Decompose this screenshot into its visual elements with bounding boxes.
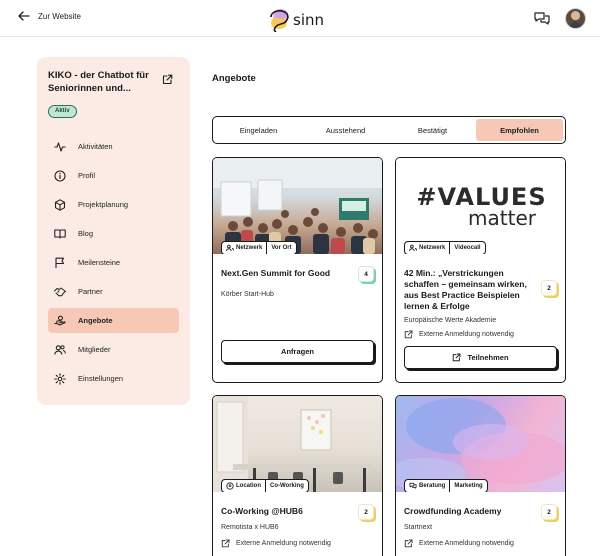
card-chips: Location Co-Working <box>221 479 309 492</box>
back-label: Zur Website <box>38 11 81 21</box>
note-label: Externe Anmeldung notwendig <box>236 540 331 547</box>
tab-ausstehend[interactable]: Ausstehend <box>302 119 389 141</box>
sidebar-item-angebote[interactable]: Angebote <box>48 308 179 333</box>
card-organizer: Europäische Werte Akademie <box>404 317 497 324</box>
sidebar-item-partner[interactable]: Partner <box>48 279 179 304</box>
project-sidebar: KIKO - der Chatbot für Seniorinnen und..… <box>37 57 190 405</box>
card-title: 42 Min.: „Verstrickungen schaffen – geme… <box>404 268 527 311</box>
arrow-left-icon <box>18 11 30 21</box>
sidebar-item-profil[interactable]: Profil <box>48 163 179 188</box>
info-icon <box>54 169 66 182</box>
handshake-icon <box>54 287 66 296</box>
chip-label: Marketing <box>454 482 483 489</box>
participate-button[interactable]: Teilnehmen <box>404 346 557 369</box>
card-organizer: Körber Start-Hub <box>221 291 274 298</box>
external-link-icon[interactable] <box>162 74 173 85</box>
chat-bubbles-icon <box>409 482 417 489</box>
sidebar-item-label: Profil <box>78 171 96 180</box>
image-text-matter: matter <box>468 206 537 230</box>
offer-card[interactable]: Location Co-Working Co-Working @HUB6 2 R… <box>212 395 383 556</box>
status-badge: Aktiv <box>48 105 77 118</box>
offer-card[interactable]: #VALUES matter Netzwerk Videocall 42 Min… <box>395 157 566 383</box>
sidebar-item-mitglieder[interactable]: Mitglieder <box>48 337 179 362</box>
card-title: Crowdfunding Academy <box>404 506 502 516</box>
chip-label: Netzwerk <box>419 244 446 251</box>
sidebar-item-label: Aktivitäten <box>78 142 113 151</box>
sidebar-item-einstellungen[interactable]: Einstellungen <box>48 366 179 391</box>
users-icon <box>54 344 66 355</box>
tab-eingeladen[interactable]: Eingeladen <box>215 119 302 141</box>
card-image: Netzwerk Vor Ort <box>213 158 382 254</box>
match-score: 2 <box>358 504 374 520</box>
sidebar-item-label: Partner <box>78 287 103 296</box>
chip-label: Videocall <box>454 244 481 251</box>
external-link-icon <box>404 539 413 548</box>
card-organizer: Startnext <box>404 524 433 531</box>
button-label: Anfragen <box>281 347 314 356</box>
sidebar-item-label: Mitglieder <box>78 345 111 354</box>
flag-icon <box>55 257 65 268</box>
chip-label: Location <box>236 482 261 489</box>
external-link-icon <box>404 330 413 339</box>
match-score: 2 <box>541 504 557 520</box>
project-title: KIKO - der Chatbot für Seniorinnen und..… <box>48 70 149 94</box>
external-link-icon <box>221 539 230 548</box>
chip-label: Co-Working <box>270 482 304 489</box>
offer-card[interactable]: Beratung Marketing Crowdfunding Academy … <box>395 395 566 556</box>
offer-card[interactable]: Netzwerk Vor Ort Next.Gen Summit for Goo… <box>212 157 383 383</box>
logo-text: sinn <box>293 11 324 29</box>
cube-icon <box>54 198 66 211</box>
card-image: Location Co-Working <box>213 396 382 492</box>
top-header: Zur Website sinn <box>0 0 600 37</box>
request-button[interactable]: Anfragen <box>221 340 374 363</box>
user-avatar[interactable] <box>565 8 586 29</box>
page-title: Angebote <box>212 73 256 84</box>
location-pin-icon <box>226 482 234 490</box>
book-icon <box>54 228 66 239</box>
external-registration-note: Externe Anmeldung notwendig <box>221 539 374 548</box>
sidebar-nav: Aktivitäten Profil Projektplanung Blog M… <box>48 134 179 395</box>
chat-bubbles-icon[interactable] <box>533 10 551 28</box>
card-organizer: Remotista x HUB6 <box>221 524 279 531</box>
card-title: Next.Gen Summit for Good <box>221 268 331 278</box>
card-image: #VALUES matter Netzwerk Videocall <box>396 158 565 254</box>
back-to-website-link[interactable]: Zur Website <box>18 11 81 21</box>
external-registration-note: Externe Anmeldung notwendig <box>404 330 557 339</box>
users-icon <box>226 244 234 252</box>
hand-offer-icon <box>54 315 66 325</box>
sidebar-item-label: Meilensteine <box>78 258 121 267</box>
sidebar-item-aktivitaeten[interactable]: Aktivitäten <box>48 134 179 159</box>
match-score: 4 <box>358 266 374 282</box>
match-score: 2 <box>541 280 557 296</box>
card-chips: Beratung Marketing <box>404 479 488 492</box>
tab-bestaetigt[interactable]: Bestätigt <box>389 119 476 141</box>
sidebar-item-label: Einstellungen <box>78 374 124 383</box>
sidebar-item-label: Blog <box>78 229 94 238</box>
offer-tabs: Eingeladen Ausstehend Bestätigt Empfohle… <box>212 116 566 144</box>
card-title: Co-Working @HUB6 <box>221 506 303 516</box>
button-label: Teilnehmen <box>467 353 509 362</box>
external-registration-note: Externe Anmeldung notwendig <box>404 539 557 548</box>
sidebar-item-label: Projektplanung <box>78 200 129 209</box>
card-chips: Netzwerk Vor Ort <box>221 241 297 254</box>
card-image: Beratung Marketing <box>396 396 565 492</box>
sidebar-item-meilensteine[interactable]: Meilensteine <box>48 250 179 275</box>
activity-icon <box>54 141 66 152</box>
card-chips: Netzwerk Videocall <box>404 241 486 254</box>
gear-icon <box>54 372 66 385</box>
external-link-icon <box>453 353 461 362</box>
sidebar-item-blog[interactable]: Blog <box>48 221 179 246</box>
chip-label: Beratung <box>419 482 446 489</box>
chip-label: Netzwerk <box>236 244 263 251</box>
note-label: Externe Anmeldung notwendig <box>419 540 514 547</box>
users-icon <box>409 244 417 252</box>
tab-empfohlen[interactable]: Empfohlen <box>476 119 563 141</box>
note-label: Externe Anmeldung notwendig <box>419 331 514 338</box>
sidebar-item-label: Angebote <box>78 316 113 325</box>
chip-label: Vor Ort <box>271 244 292 251</box>
sidebar-item-projektplanung[interactable]: Projektplanung <box>48 192 179 217</box>
sinn-logo[interactable]: sinn <box>268 6 334 33</box>
